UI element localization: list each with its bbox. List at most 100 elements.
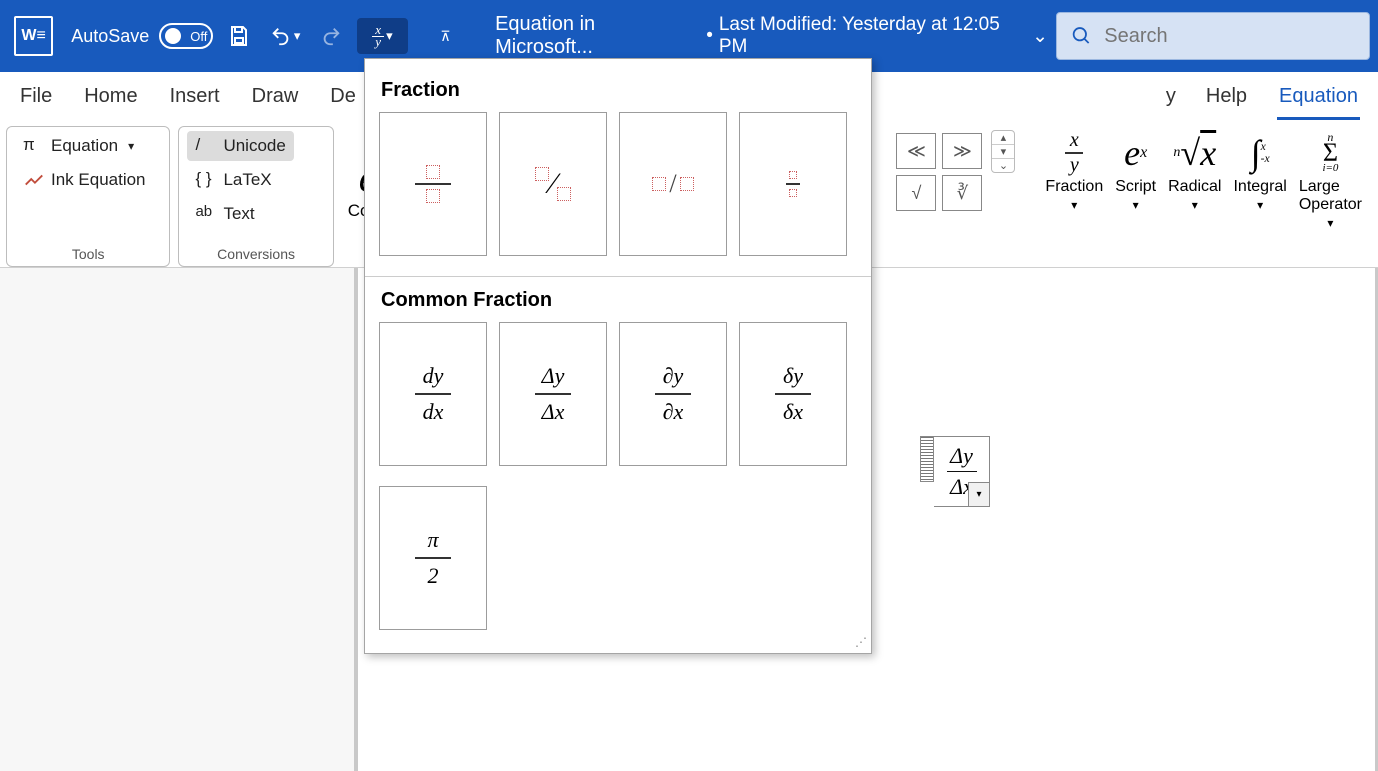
save-button[interactable] (221, 18, 256, 54)
common-fraction-delta-small-y-x[interactable]: δyδx (739, 322, 847, 466)
autosave-toggle[interactable]: Off (159, 23, 213, 49)
fraction-bar-icon (947, 471, 977, 473)
radical-label: Radical (1168, 178, 1221, 196)
fraction-template-stacked[interactable] (379, 112, 487, 256)
scroll-up-icon[interactable]: ▴ (992, 131, 1014, 144)
autosave-label: AutoSave (71, 26, 149, 47)
customize-qat-button[interactable]: ⊼ (428, 18, 463, 54)
latex-button[interactable]: { } LaTeX (187, 165, 293, 195)
script-glyph-icon: ex (1124, 130, 1147, 176)
chevron-down-icon: ▾ (1192, 198, 1198, 212)
dropdown-section-fraction: Fraction (381, 79, 857, 102)
fraction-template-small[interactable] (739, 112, 847, 256)
group-tools: π Equation ▾ Ink Equation Tools (6, 126, 170, 267)
fraction-structure-button[interactable]: xy Fraction ▾ (1039, 130, 1109, 267)
tab-truncated-left[interactable]: De (328, 75, 356, 120)
word-logo-icon: W≡ (14, 16, 53, 56)
equation-menu-label: Equation (51, 136, 118, 156)
symbol-sqrt[interactable]: √ (896, 175, 936, 211)
common-fraction-dy-dx[interactable]: dydx (379, 322, 487, 466)
integral-structure-button[interactable]: ∫x-x Integral ▾ (1227, 130, 1292, 267)
tab-equation[interactable]: Equation (1277, 75, 1360, 120)
fraction-label: Fraction (1045, 178, 1103, 196)
integral-glyph-icon: ∫x-x (1251, 130, 1270, 176)
tab-truncated-right[interactable]: y (1164, 75, 1176, 120)
common-fraction-pi-2[interactable]: π2 (379, 486, 487, 630)
chevron-down-icon: ▾ (1133, 198, 1139, 212)
search-input[interactable] (1104, 25, 1355, 48)
script-label: Script (1115, 178, 1156, 196)
integral-label: Integral (1233, 178, 1286, 196)
search-icon (1071, 24, 1092, 48)
ink-equation-button[interactable]: Ink Equation (15, 165, 154, 195)
equation-options-button[interactable]: ▾ (968, 482, 990, 507)
equation-object[interactable]: Δy Δx ▾ (920, 436, 990, 507)
radical-structure-button[interactable]: n√x Radical ▾ (1162, 130, 1227, 267)
tab-help[interactable]: Help (1204, 75, 1249, 120)
chevron-down-icon: ▾ (128, 139, 134, 153)
document-title-area[interactable]: Equation in Microsoft... • Last Modified… (495, 13, 1048, 59)
fraction-templates-row: ⁄ / (379, 112, 857, 256)
chevron-down-icon: ▾ (1327, 216, 1333, 230)
pi-icon: π (23, 135, 45, 157)
sigma-glyph-icon: nΣi=0 (1322, 130, 1338, 176)
document-title: Equation in Microsoft... (495, 13, 694, 59)
autosave-control[interactable]: AutoSave Off (71, 23, 213, 49)
chevron-down-icon: ▾ (1257, 198, 1263, 212)
common-fraction-row-2: π2 (379, 486, 857, 630)
tab-draw[interactable]: Draw (250, 75, 301, 120)
fraction-dropdown-panel: Fraction ⁄ / Common Fraction dydx ΔyΔx ∂… (364, 58, 872, 654)
chevron-down-icon: ▾ (1071, 198, 1077, 212)
toggle-knob-icon (165, 28, 181, 44)
redo-button[interactable] (314, 18, 349, 54)
chevron-down-icon: ▾ (386, 28, 393, 44)
symbol-much-less[interactable]: ≪ (896, 133, 936, 169)
tab-insert[interactable]: Insert (168, 75, 222, 120)
fraction-glyph-icon: xy (1065, 130, 1083, 176)
chevron-down-icon: ⌄ (1032, 25, 1048, 48)
undo-button[interactable]: ▾ (265, 18, 306, 54)
braces-icon: { } (195, 169, 217, 191)
fraction-template-linear[interactable]: / (619, 112, 727, 256)
unicode-label: Unicode (223, 136, 285, 156)
unicode-button[interactable]: / Unicode (187, 131, 293, 161)
symbol-cuberoot[interactable]: ∛ (942, 175, 982, 211)
large-op-label: Large Operator (1299, 178, 1362, 214)
scroll-down-icon[interactable]: ▾ (992, 144, 1014, 158)
expand-icon[interactable]: ⌄ (992, 158, 1014, 172)
script-structure-button[interactable]: ex Script ▾ (1109, 130, 1162, 267)
text-icon: ab (195, 203, 217, 225)
tab-file[interactable]: File (18, 75, 54, 120)
equation-drag-handle[interactable] (920, 436, 934, 482)
structures-group: xy Fraction ▾ ex Script ▾ n√x Radical ▾ … (1035, 126, 1372, 267)
dropdown-divider (365, 276, 871, 277)
latex-label: LaTeX (223, 170, 271, 190)
common-fraction-row-1: dydx ΔyΔx ∂y∂x δyδx (379, 322, 857, 466)
ink-equation-label: Ink Equation (51, 170, 146, 190)
quick-fraction-button[interactable]: xy ▾ (357, 18, 408, 54)
large-operator-structure-button[interactable]: nΣi=0 Large Operator ▾ (1293, 130, 1368, 267)
last-modified-label[interactable]: • Last Modified: Yesterday at 12:05 PM ⌄ (706, 14, 1048, 58)
dropdown-section-common: Common Fraction (381, 289, 857, 312)
group-conversions: / Unicode { } LaTeX ab Text Conversions (178, 126, 333, 267)
fraction-template-skewed[interactable]: ⁄ (499, 112, 607, 256)
text-label: Text (223, 204, 254, 224)
tab-home[interactable]: Home (82, 75, 139, 120)
symbol-gallery-more[interactable]: ▴ ▾ ⌄ (991, 130, 1015, 173)
radical-glyph-icon: n√x (1173, 130, 1216, 176)
slash-icon: / (195, 135, 217, 157)
chevron-down-icon: ▾ (294, 28, 301, 44)
common-fraction-delta-y-x[interactable]: ΔyΔx (499, 322, 607, 466)
group-title-conversions: Conversions (179, 244, 332, 266)
text-button[interactable]: ab Text (187, 199, 293, 229)
search-box[interactable] (1056, 12, 1370, 60)
symbol-much-greater[interactable]: ≫ (942, 133, 982, 169)
symbol-gallery[interactable]: ≪ ≫ √ ∛ (893, 130, 985, 214)
equation-menu-button[interactable]: π Equation ▾ (15, 131, 154, 161)
group-title-tools: Tools (7, 244, 169, 266)
resize-grip-icon[interactable]: ⋰ (855, 635, 865, 649)
common-fraction-partial-y-x[interactable]: ∂y∂x (619, 322, 727, 466)
ink-icon (23, 169, 45, 191)
toggle-state-label: Off (190, 29, 207, 44)
equation-numerator: Δy (950, 443, 973, 469)
